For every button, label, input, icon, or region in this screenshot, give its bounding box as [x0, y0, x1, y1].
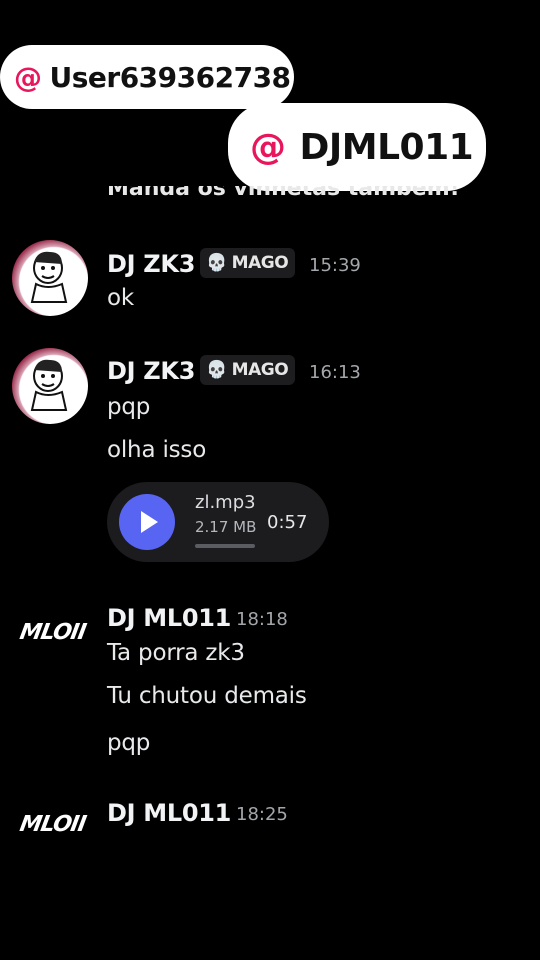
skull-icon: 💀 — [206, 253, 227, 273]
audio-progress-track[interactable] — [195, 544, 255, 548]
avatar[interactable] — [12, 348, 88, 424]
message-text: pqp — [107, 730, 151, 756]
avatar[interactable] — [12, 240, 88, 316]
message-time: 18:18 — [236, 609, 288, 630]
message-text: pqp — [107, 394, 151, 420]
message-time: 16:13 — [309, 362, 361, 383]
user-mention-tag[interactable]: @ User639362738 — [0, 45, 294, 109]
message-author[interactable]: DJ ZK3 — [107, 357, 195, 385]
message-time: 18:25 — [236, 804, 288, 825]
cartoon-face-icon — [30, 359, 68, 411]
role-badge-label: MAGO — [231, 253, 289, 273]
partial-message: Manda os vinhetas também! — [107, 186, 460, 201]
audio-filesize: 2.17 MB — [195, 518, 257, 536]
role-badge: 💀 MAGO — [200, 355, 296, 385]
role-badge: 💀 MAGO — [200, 248, 296, 278]
audio-attachment[interactable]: zl.mp3 2.17 MB 0:57 — [107, 482, 329, 562]
avatar-logo[interactable]: MLOII — [18, 812, 88, 837]
role-badge-label: MAGO — [231, 360, 289, 380]
at-icon: @ — [14, 60, 42, 94]
message-author[interactable]: DJ ML011 — [107, 799, 231, 827]
user-mention-tag[interactable]: @ DJML011 — [228, 103, 486, 191]
cartoon-face-icon — [30, 251, 68, 303]
mention-username: User639362738 — [49, 60, 292, 94]
avatar-logo-text: MLOII — [17, 812, 88, 837]
message-text: ok — [107, 285, 134, 311]
message-author[interactable]: DJ ZK3 — [107, 250, 195, 278]
play-button[interactable] — [119, 494, 175, 550]
avatar-logo-text: MLOII — [17, 620, 88, 645]
avatar-logo[interactable]: MLOII — [18, 620, 88, 645]
message-time: 15:39 — [309, 255, 361, 276]
message-author[interactable]: DJ ML011 — [107, 604, 231, 632]
message-text: Ta porra zk3 — [107, 640, 245, 666]
audio-filename: zl.mp3 — [195, 492, 256, 513]
message-text: olha isso — [107, 437, 207, 463]
audio-duration: 0:57 — [267, 512, 308, 533]
mention-username: DJML011 — [299, 126, 474, 168]
at-icon: @ — [250, 126, 286, 168]
message-text: Tu chutou demais — [107, 683, 307, 709]
skull-icon: 💀 — [206, 360, 227, 380]
